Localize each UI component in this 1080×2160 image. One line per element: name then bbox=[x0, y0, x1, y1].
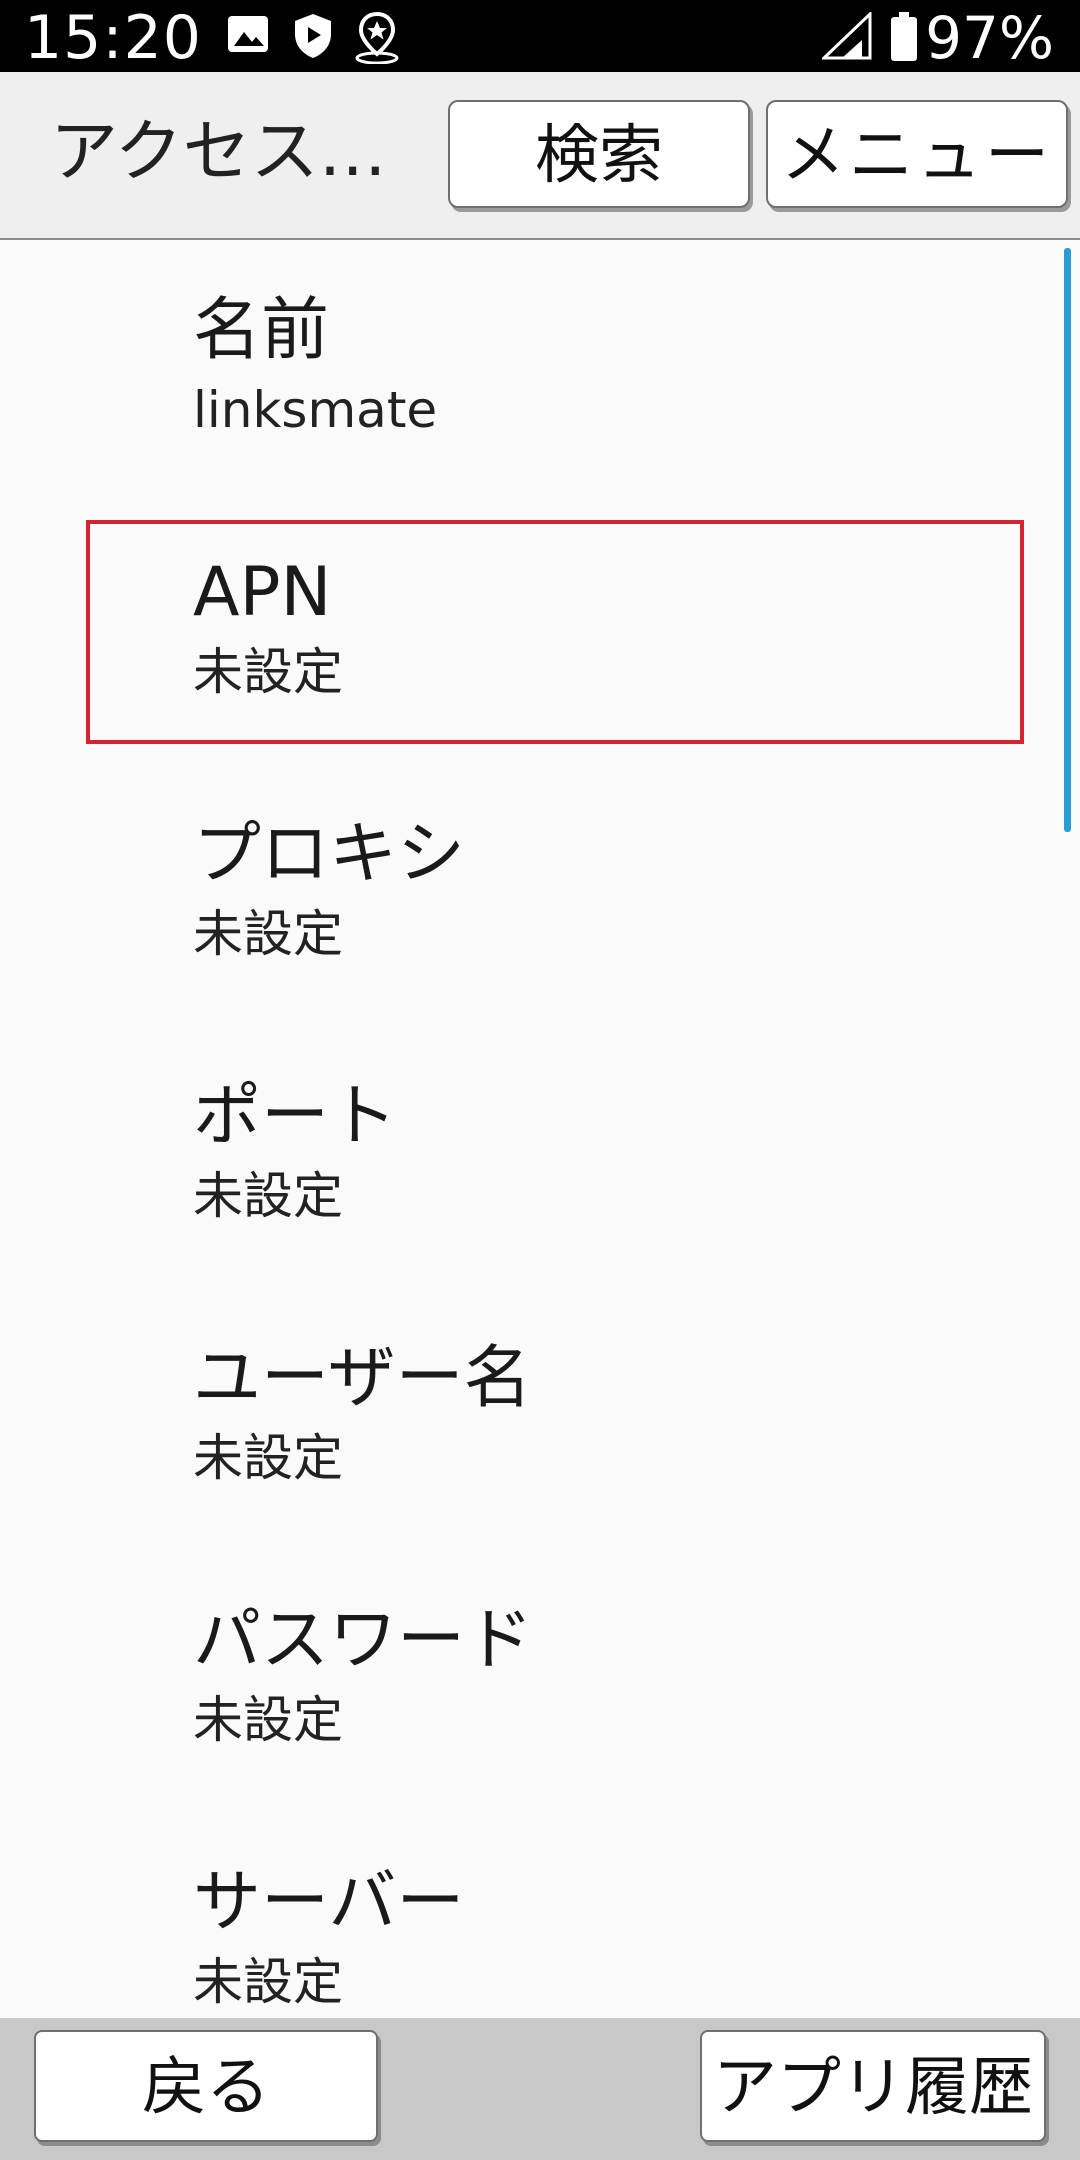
setting-item-proxy[interactable]: プロキシ 未設定 bbox=[0, 764, 1060, 1026]
setting-title: ポート bbox=[193, 1077, 398, 1156]
setting-value: linksmate bbox=[193, 381, 438, 439]
settings-list: 名前 linksmate APN 未設定 プロキシ 未設定 ポート 未設定 ユー… bbox=[0, 240, 1080, 2018]
setting-title: サーバー bbox=[193, 1863, 465, 1942]
setting-item-name[interactable]: 名前 linksmate bbox=[0, 240, 1060, 502]
setting-title: 名前 bbox=[193, 291, 330, 370]
setting-value: 未設定 bbox=[193, 1429, 343, 1487]
setting-title: プロキシ bbox=[193, 815, 466, 894]
setting-value: 未設定 bbox=[193, 1953, 343, 2011]
battery-icon bbox=[891, 12, 917, 61]
setting-item-apn[interactable]: APN 未設定 bbox=[0, 502, 1060, 764]
setting-item-password[interactable]: パスワード 未設定 bbox=[0, 1550, 1060, 1812]
status-time: 15:20 bbox=[24, 3, 202, 73]
bottom-bar: 戻る アプリ履歴 bbox=[0, 2018, 1080, 2160]
status-bar: 15:20 97% bbox=[0, 0, 1080, 73]
menu-button[interactable]: メニュー bbox=[766, 100, 1068, 208]
setting-item-server[interactable]: サーバー 未設定 bbox=[0, 1812, 1060, 2018]
location-star-icon bbox=[355, 12, 399, 64]
back-button[interactable]: 戻る bbox=[34, 2030, 378, 2142]
setting-item-port[interactable]: ポート 未設定 bbox=[0, 1026, 1060, 1288]
app-history-button[interactable]: アプリ履歴 bbox=[700, 2030, 1046, 2142]
setting-title: APN bbox=[193, 553, 332, 632]
setting-value: 未設定 bbox=[193, 1167, 343, 1225]
setting-title: パスワード bbox=[193, 1601, 534, 1680]
screen: 15:20 97% アクセス… 検索 メニュー 名前 linksmate APN… bbox=[0, 0, 1080, 2160]
image-icon bbox=[228, 16, 268, 52]
app-bar: アクセス… 検索 メニュー bbox=[0, 72, 1080, 240]
signal-icon bbox=[822, 12, 872, 60]
scrollbar[interactable] bbox=[1064, 248, 1071, 832]
setting-title: ユーザー名 bbox=[193, 1339, 532, 1418]
search-button[interactable]: 検索 bbox=[448, 100, 750, 208]
page-title: アクセス… bbox=[50, 113, 387, 192]
setting-value: 未設定 bbox=[193, 643, 343, 701]
battery-percentage: 97% bbox=[925, 4, 1054, 72]
setting-value: 未設定 bbox=[193, 1691, 343, 1749]
setting-value: 未設定 bbox=[193, 905, 343, 963]
shield-icon bbox=[295, 14, 331, 58]
setting-item-username[interactable]: ユーザー名 未設定 bbox=[0, 1288, 1060, 1550]
